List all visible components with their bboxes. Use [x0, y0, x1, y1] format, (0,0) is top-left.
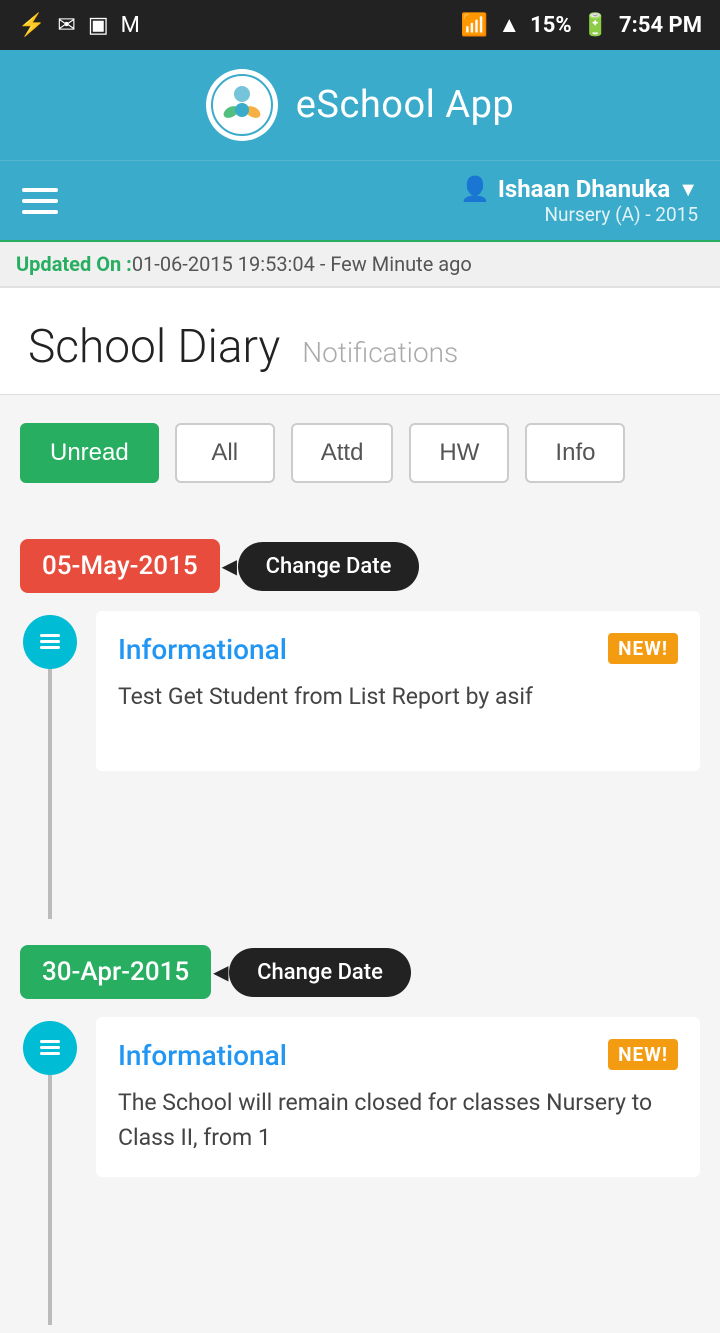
page-subtitle: Notifications	[302, 336, 458, 369]
timeline-icon-2	[23, 1021, 77, 1075]
app-header: eSchool App	[0, 50, 720, 160]
entry-text-2: The School will remain closed for classe…	[118, 1086, 678, 1155]
timeline-area: 05-May-2015 Change Date Informational NE…	[0, 511, 720, 1333]
battery-icon: 🔋	[582, 13, 609, 38]
hamburger-menu[interactable]	[22, 188, 58, 214]
nav-bar: 👤 Ishaan Dhanuka ▼ Nursery (A) - 2015	[0, 160, 720, 240]
update-label: Updated On :	[16, 252, 132, 276]
entry-section-2: Informational NEW! The School will remai…	[0, 1009, 720, 1333]
update-text: 01-06-2015 19:53:04 - Few Minute ago	[132, 252, 472, 276]
update-banner: Updated On : 01-06-2015 19:53:04 - Few M…	[0, 240, 720, 288]
image-icon: ▣	[88, 13, 109, 38]
app-title: eSchool App	[296, 83, 515, 127]
entry-card-2: Informational NEW! The School will remai…	[96, 1017, 700, 1177]
date-row-2: 30-Apr-2015 Change Date	[0, 927, 720, 1009]
change-date-btn-2[interactable]: Change Date	[229, 948, 411, 997]
email-icon: ✉	[57, 13, 75, 38]
filter-all[interactable]: All	[175, 423, 275, 483]
app-logo	[206, 69, 278, 141]
filter-unread[interactable]: Unread	[20, 423, 159, 483]
usb-icon: ⚡	[18, 13, 45, 38]
hamburger-line-1	[22, 188, 58, 192]
entry-card-header-2: Informational NEW!	[118, 1039, 678, 1072]
user-info: 👤 Ishaan Dhanuka ▼ Nursery (A) - 2015	[460, 175, 698, 226]
status-bar: ⚡ ✉ ▣ M 📶 ▲ 15% 🔋 7:54 PM	[0, 0, 720, 50]
list-icon-1	[36, 628, 64, 656]
page-title-bar: School Diary Notifications	[0, 288, 720, 395]
dropdown-arrow-icon[interactable]: ▼	[678, 177, 698, 202]
gmail-icon: M	[121, 13, 140, 38]
signal-icon: ▲	[498, 12, 520, 38]
timeline-icon-1	[23, 615, 77, 669]
hamburger-line-3	[22, 210, 58, 214]
status-left-icons: ⚡ ✉ ▣ M	[18, 13, 140, 38]
new-badge-2: NEW!	[608, 1039, 678, 1070]
timeline-line-2	[48, 1075, 52, 1325]
wifi-icon: 📶	[461, 13, 488, 38]
entry-card-1: Informational NEW! Test Get Student from…	[96, 611, 700, 771]
hamburger-line-2	[22, 199, 58, 203]
change-date-btn-1[interactable]: Change Date	[238, 542, 420, 591]
battery-percent: 15%	[530, 13, 572, 38]
date-row-1: 05-May-2015 Change Date	[0, 521, 720, 603]
logo-svg	[211, 74, 273, 136]
timeline-line-1	[48, 669, 52, 919]
entry-section-1: Informational NEW! Test Get Student from…	[0, 603, 720, 927]
date-badge-1: 05-May-2015	[20, 539, 220, 593]
entry-card-header-1: Informational NEW!	[118, 633, 678, 666]
status-right-info: 📶 ▲ 15% 🔋 7:54 PM	[461, 12, 702, 38]
timeline-line-col-2	[20, 1017, 80, 1325]
filter-hw[interactable]: HW	[409, 423, 509, 483]
filter-attd[interactable]: Attd	[291, 423, 394, 483]
timeline-line-col-1	[20, 611, 80, 919]
new-badge-1: NEW!	[608, 633, 678, 664]
filter-info[interactable]: Info	[525, 423, 625, 483]
entry-type-1: Informational	[118, 633, 287, 666]
user-name: Ishaan Dhanuka	[498, 175, 670, 203]
clock: 7:54 PM	[619, 13, 702, 38]
entry-type-2: Informational	[118, 1039, 287, 1072]
list-icon-2	[36, 1034, 64, 1062]
page-title: School Diary	[28, 320, 280, 374]
user-avatar-icon: 👤	[460, 175, 490, 203]
user-class: Nursery (A) - 2015	[544, 203, 698, 226]
entry-text-1: Test Get Student from List Report by asi…	[118, 680, 678, 715]
user-name-row[interactable]: 👤 Ishaan Dhanuka ▼	[460, 175, 698, 203]
date-badge-2: 30-Apr-2015	[20, 945, 211, 999]
filter-bar: Unread All Attd HW Info	[0, 395, 720, 511]
